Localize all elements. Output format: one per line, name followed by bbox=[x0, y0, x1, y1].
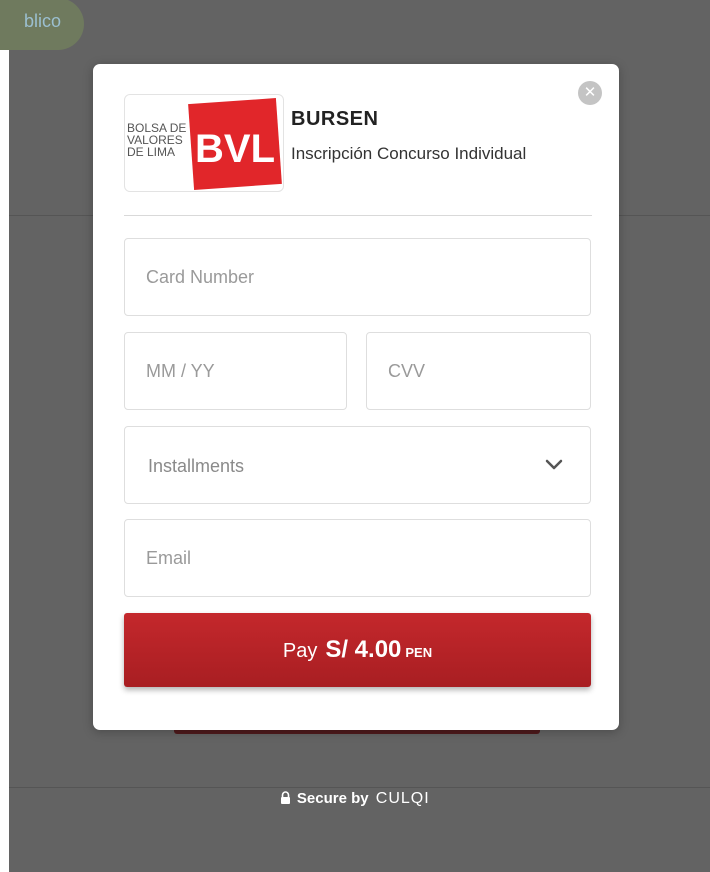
background-divider bbox=[9, 787, 710, 788]
cvv-field bbox=[366, 332, 591, 410]
merchant-name: BURSEN bbox=[291, 108, 379, 130]
expiry-input[interactable] bbox=[125, 333, 346, 409]
secure-label: Secure by bbox=[296, 790, 369, 807]
logo-mark: BVL bbox=[195, 127, 275, 171]
email-input[interactable] bbox=[125, 520, 590, 596]
close-button[interactable]: ✕ bbox=[578, 81, 602, 105]
email-field bbox=[124, 519, 591, 597]
pay-currency: PEN bbox=[405, 645, 433, 660]
payment-modal: ✕ BOLSA DE VALORES DE LIMA BVL BURSEN In… bbox=[93, 64, 619, 730]
culqi-brand: CULQI bbox=[375, 790, 430, 807]
pay-amount: S/ 4.00 bbox=[325, 636, 402, 663]
pay-button[interactable]: Pay S/ 4.00 PEN bbox=[124, 613, 591, 687]
header-divider bbox=[124, 215, 592, 216]
installments-select[interactable]: Installments bbox=[124, 426, 591, 504]
cvv-input[interactable] bbox=[367, 333, 590, 409]
card-number-field bbox=[124, 238, 591, 316]
merchant-description: Inscripción Concurso Individual bbox=[291, 144, 527, 163]
background-pill: blico bbox=[0, 0, 84, 50]
secure-footer: Secure by CULQI bbox=[0, 790, 710, 808]
chevron-down-icon bbox=[544, 457, 564, 473]
merchant-logo: BOLSA DE VALORES DE LIMA BVL bbox=[124, 94, 284, 192]
pay-label: Pay bbox=[282, 640, 318, 662]
logo-line3: DE LIMA bbox=[127, 145, 175, 159]
page-edge bbox=[0, 0, 9, 872]
installments-label: Installments bbox=[148, 456, 245, 476]
lock-icon bbox=[280, 791, 295, 806]
background-pill-text: blico bbox=[24, 11, 62, 31]
close-icon: ✕ bbox=[583, 84, 597, 101]
card-number-input[interactable] bbox=[125, 239, 590, 315]
expiry-field bbox=[124, 332, 347, 410]
